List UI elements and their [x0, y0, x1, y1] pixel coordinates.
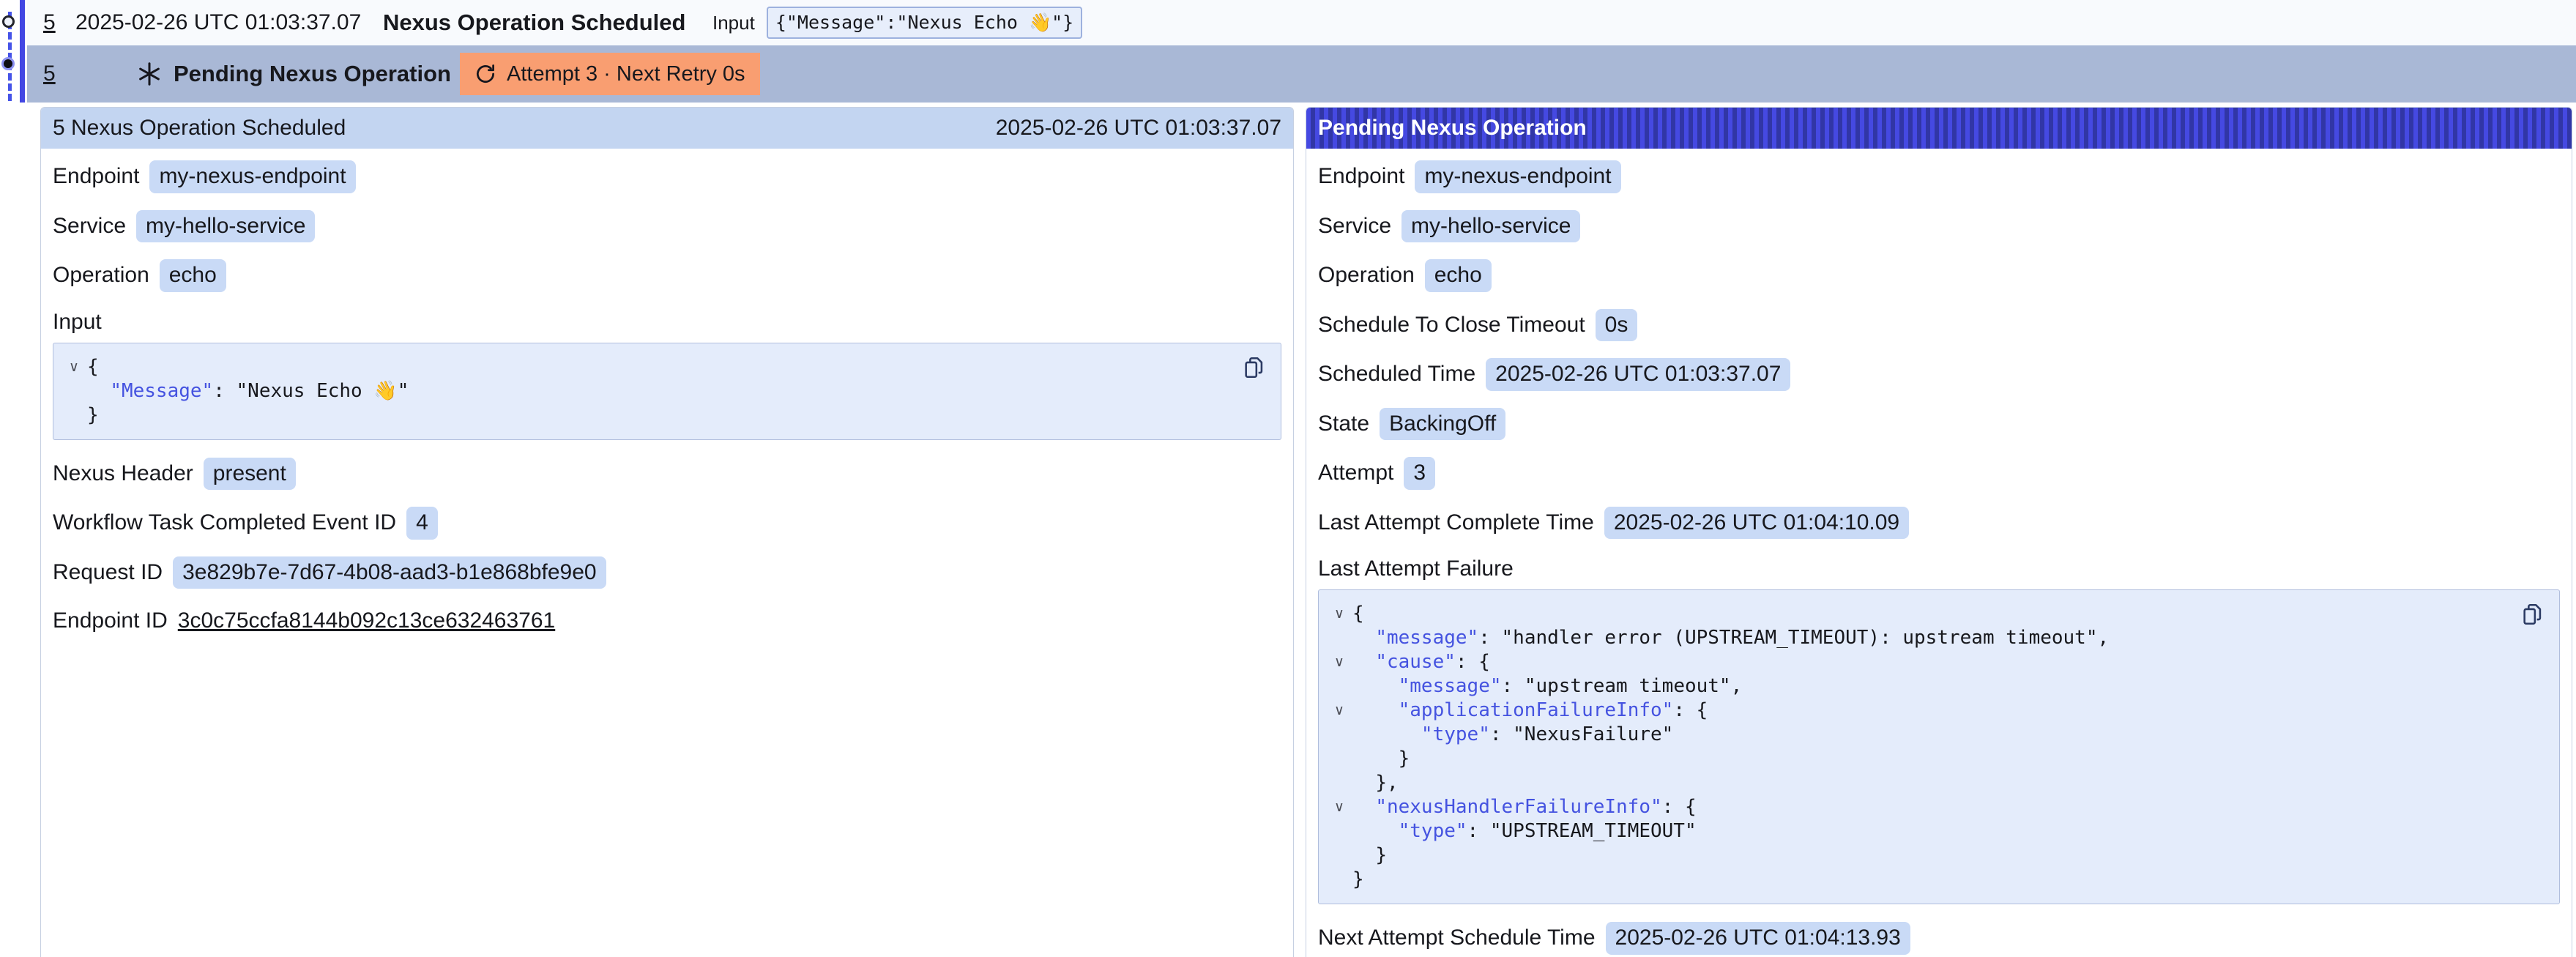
row-value-badge: BackingOff [1380, 408, 1505, 441]
event-detail-header-title: 5 Nexus Operation Scheduled [53, 116, 346, 141]
detail-row: Operation echo [1318, 259, 2560, 292]
row-label: Attempt [1318, 461, 1393, 485]
event-summary-row[interactable]: 5 2025-02-26 UTC 01:03:37.07 Nexus Opera… [27, 0, 2576, 45]
row-value-badge: 2025-02-26 UTC 01:03:37.07 [1486, 358, 1790, 391]
event-detail-panel: 5 Nexus Operation Scheduled 2025-02-26 U… [40, 107, 1294, 957]
event-title: Nexus Operation Scheduled [383, 10, 712, 36]
row-value-badge: 0s [1596, 309, 1638, 342]
event-id-link[interactable]: 5 [43, 10, 56, 34]
timeline-current-event-marker-icon[interactable] [1, 57, 15, 70]
row-value-badge: echo [1425, 259, 1492, 292]
collapse-chevron-icon[interactable]: ∨ [1326, 602, 1352, 626]
failure-code-block: ∨{ "message": "handler error (UPSTREAM_T… [1318, 589, 2560, 904]
row-label: Operation [1318, 263, 1415, 288]
row-value-badge: my-hello-service [1401, 210, 1580, 243]
pending-id-link[interactable]: 5 [43, 62, 56, 86]
code-line: "type": "UPSTREAM_TIMEOUT" [1326, 819, 2501, 844]
code-line: "message": "upstream timeout", [1326, 674, 2501, 699]
code-line: ∨{ [61, 355, 1222, 379]
row-value-badge: my-nexus-endpoint [149, 160, 355, 193]
row-value-badge: 4 [406, 507, 438, 540]
row-value-badge: 2025-02-26 UTC 01:04:13.93 [1606, 922, 1910, 955]
row-label: Service [53, 214, 126, 239]
code-line: "message": "handler error (UPSTREAM_TIME… [1326, 626, 2501, 650]
input-code-block: ∨{ "Message": "Nexus Echo 👋" } [53, 343, 1281, 440]
asterisk-icon [135, 60, 163, 88]
collapse-chevron-icon[interactable]: ∨ [1326, 650, 1352, 674]
row-label: Last Attempt Complete Time [1318, 510, 1594, 535]
detail-row: Schedule To Close Timeout 0s [1318, 309, 2560, 342]
input-section-label: Input [53, 309, 1281, 335]
code-line: ∨{ [1326, 602, 2501, 626]
event-input-label: Input [712, 12, 755, 34]
code-line: ∨ "cause": { [1326, 650, 2501, 674]
detail-row: Last Attempt Complete Time 2025-02-26 UT… [1318, 507, 2560, 540]
row-label: Nexus Header [53, 461, 193, 486]
collapse-chevron-icon[interactable]: ∨ [1326, 699, 1352, 723]
pending-title: Pending Nexus Operation [174, 61, 460, 87]
row-value-badge: present [204, 458, 296, 491]
copy-icon[interactable] [1241, 354, 1267, 383]
code-line: ∨ "nexusHandlerFailureInfo": { [1326, 795, 2501, 819]
detail-row: Endpoint my-nexus-endpoint [53, 160, 1281, 193]
endpoint-id-row: Endpoint ID 3c0c75ccfa8144b092c13ce63246… [53, 606, 1281, 636]
pending-operation-panel: Pending Nexus Operation Endpoint my-nexu… [1306, 107, 2572, 957]
retry-icon [474, 63, 496, 85]
detail-row: Request ID 3e829b7e-7d67-4b08-aad3-b1e86… [53, 556, 1281, 589]
code-line: } [1326, 747, 2501, 771]
code-line: } [1326, 868, 2501, 892]
failure-section-label: Last Attempt Failure [1318, 556, 2560, 582]
row-value-badge: 3e829b7e-7d67-4b08-aad3-b1e868bfe9e0 [173, 556, 606, 589]
code-line: } [1326, 844, 2501, 868]
row-label: Endpoint ID [53, 608, 168, 633]
row-value-badge: my-hello-service [136, 210, 315, 243]
detail-row: Attempt 3 [1318, 457, 2560, 490]
row-value-badge: my-nexus-endpoint [1415, 160, 1620, 193]
row-value-badge: 3 [1404, 457, 1435, 490]
endpoint-id-link[interactable]: 3c0c75ccfa8144b092c13ce632463761 [178, 608, 555, 633]
detail-row: Nexus Header present [53, 458, 1281, 491]
row-value-badge: echo [160, 259, 226, 292]
row-label: Request ID [53, 560, 163, 585]
collapse-chevron-icon[interactable]: ∨ [61, 355, 87, 379]
event-detail-header: 5 Nexus Operation Scheduled 2025-02-26 U… [41, 108, 1293, 149]
row-label: Operation [53, 263, 149, 288]
detail-row: Next Attempt Schedule Time 2025-02-26 UT… [1318, 922, 2560, 955]
pending-panel-header: Pending Nexus Operation [1306, 108, 2572, 149]
retry-status-badge: Attempt 3 · Next Retry 0s [460, 53, 760, 95]
timeline-event-marker-icon[interactable] [2, 15, 15, 28]
detail-row: Service my-hello-service [53, 210, 1281, 243]
code-line: "type": "NexusFailure" [1326, 723, 2501, 747]
detail-row: Scheduled Time 2025-02-26 UTC 01:03:37.0… [1318, 358, 2560, 391]
row-label: Schedule To Close Timeout [1318, 313, 1585, 338]
row-value-badge: 2025-02-26 UTC 01:04:10.09 [1604, 507, 1909, 540]
code-line: ∨ "applicationFailureInfo": { [1326, 699, 2501, 723]
detail-row: State BackingOff [1318, 408, 2560, 441]
event-input-value-badge: {"Message":"Nexus Echo 👋"} [767, 7, 1082, 39]
detail-row: Operation echo [53, 259, 1281, 292]
code-line: } [61, 403, 1222, 428]
row-label: Scheduled Time [1318, 362, 1475, 387]
row-label: Service [1318, 214, 1391, 239]
code-line: }, [1326, 771, 2501, 795]
code-line: "Message": "Nexus Echo 👋" [61, 379, 1222, 403]
detail-row: Endpoint my-nexus-endpoint [1318, 160, 2560, 193]
pending-panel-header-title: Pending Nexus Operation [1318, 116, 1587, 141]
copy-icon[interactable] [2520, 600, 2546, 630]
row-label: Endpoint [1318, 164, 1404, 189]
timeline-active-bar [20, 0, 25, 103]
detail-row: Workflow Task Completed Event ID 4 [53, 507, 1281, 540]
row-label: Workflow Task Completed Event ID [53, 510, 396, 535]
collapse-chevron-icon[interactable]: ∨ [1326, 795, 1352, 819]
event-timestamp: 2025-02-26 UTC 01:03:37.07 [75, 10, 383, 35]
row-label: Endpoint [53, 164, 139, 189]
row-label: Next Attempt Schedule Time [1318, 926, 1596, 950]
row-label: State [1318, 412, 1369, 436]
detail-row: Service my-hello-service [1318, 210, 2560, 243]
retry-badge-text: Attempt 3 · Next Retry 0s [507, 62, 745, 86]
pending-operation-row[interactable]: 5 Pending Nexus Operation Attempt 3 · Ne… [27, 45, 2576, 103]
event-detail-header-timestamp: 2025-02-26 UTC 01:03:37.07 [996, 116, 1281, 141]
